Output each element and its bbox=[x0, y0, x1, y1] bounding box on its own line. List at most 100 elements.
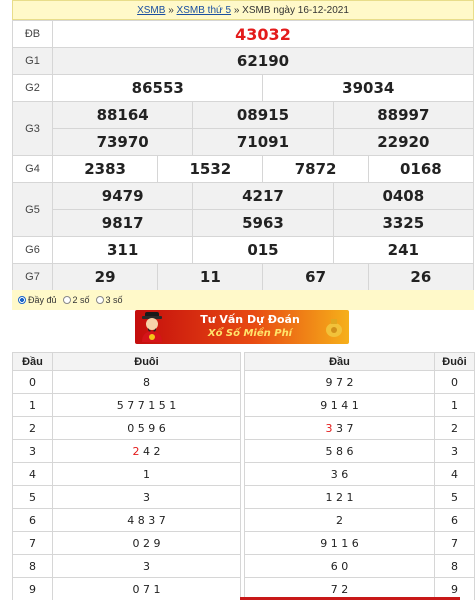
breadcrumb-current: XSMB ngày 16-12-2021 bbox=[242, 5, 349, 16]
breadcrumb: XSMB » XSMB thứ 5 » XSMB ngày 16-12-2021 bbox=[12, 0, 474, 20]
duoi-cell: 0 7 1 bbox=[52, 577, 241, 600]
breadcrumb-separator: » bbox=[231, 5, 243, 16]
duoi-cell: 7 bbox=[434, 531, 475, 555]
duoi-cell: 8 bbox=[434, 554, 475, 578]
row-g3-1: G3 88164 08915 88997 bbox=[12, 101, 475, 156]
duoi-cell: 3 bbox=[52, 554, 241, 578]
row-g5-2: 9817 5963 3325 bbox=[13, 209, 475, 237]
prize-value: 73970 bbox=[51, 128, 194, 156]
dau-cell: 9 1 1 6 bbox=[244, 531, 435, 555]
prize-value: 62190 bbox=[52, 47, 474, 75]
dau-cell: 7 bbox=[12, 531, 53, 555]
prize-value: 26 bbox=[367, 263, 475, 291]
table-row: 64 8 3 726 bbox=[12, 508, 475, 532]
duoi-cell: 6 bbox=[434, 508, 475, 532]
prize-value: 08915 bbox=[192, 101, 334, 129]
prize-value: 311 bbox=[51, 236, 194, 264]
prize-value: 015 bbox=[192, 236, 334, 264]
prize-value: 71091 bbox=[192, 128, 334, 156]
dau-cell: 2 bbox=[12, 416, 53, 440]
duoi-cell: 8 bbox=[52, 370, 241, 394]
dau-cell: 9 1 4 1 bbox=[244, 393, 435, 417]
prize-value: 29 bbox=[51, 263, 159, 291]
prize-label: G6 bbox=[12, 236, 53, 264]
option-full[interactable]: Đầy đủ bbox=[18, 295, 57, 305]
prize-value: 9817 bbox=[51, 209, 194, 237]
table-row: 531 2 15 bbox=[12, 485, 475, 509]
header-dau-right: Đầu bbox=[244, 352, 435, 371]
row-special-prize: ĐB 43032 bbox=[12, 20, 474, 48]
dau-cell: 9 7 2 bbox=[244, 370, 435, 394]
prize-value: 22920 bbox=[332, 128, 475, 156]
duoi-cell: 5 7 7 1 5 1 bbox=[52, 393, 241, 417]
dau-cell: 0 bbox=[12, 370, 53, 394]
option-2-digits[interactable]: 2 số bbox=[62, 295, 90, 305]
duoi-cell: 4 8 3 7 bbox=[52, 508, 241, 532]
breadcrumb-link-xsmb-thu5[interactable]: XSMB thứ 5 bbox=[177, 5, 232, 16]
prize-value: 11 bbox=[157, 263, 264, 291]
row-g3-2: 73970 71091 22920 bbox=[13, 128, 475, 156]
prize-value: 0168 bbox=[367, 155, 475, 183]
prize-value: 0408 bbox=[332, 182, 475, 210]
row-g6: G6 311 015 241 bbox=[12, 236, 475, 264]
table-row: 32 4 25 8 63 bbox=[12, 439, 475, 463]
radio-icon[interactable] bbox=[95, 296, 104, 304]
row-g1: G1 62190 bbox=[12, 47, 474, 75]
dau-cell: 3 6 bbox=[244, 462, 435, 486]
dau-cell: 2 bbox=[244, 508, 435, 532]
duoi-cell: 0 5 9 6 bbox=[52, 416, 241, 440]
digits: 4 2 bbox=[139, 444, 161, 458]
row-g4: G4 2383 1532 7872 0168 bbox=[12, 155, 475, 183]
dau-cell: 8 bbox=[12, 554, 53, 578]
prize-value: 88997 bbox=[332, 101, 475, 129]
table-row: 20 5 9 63 3 72 bbox=[12, 416, 475, 440]
results-table: ĐB 43032 G1 62190 G2 86553 39034 G3 8816… bbox=[12, 20, 475, 291]
prize-value: 4217 bbox=[192, 182, 334, 210]
prize-value: 88164 bbox=[51, 101, 194, 129]
dau-cell: 6 bbox=[12, 508, 53, 532]
duoi-cell: 3 bbox=[52, 485, 241, 509]
highlight-digit: 3 bbox=[325, 421, 333, 435]
banner-subtitle: Xổ Số Miền Phí bbox=[207, 328, 293, 339]
prize-value: 2383 bbox=[51, 155, 159, 183]
duoi-cell: 5 bbox=[434, 485, 475, 509]
duoi-cell: 2 bbox=[434, 416, 475, 440]
breadcrumb-link-xsmb[interactable]: XSMB bbox=[137, 5, 165, 16]
god-of-wealth-icon bbox=[142, 312, 162, 342]
special-prize-value: 43032 bbox=[52, 20, 474, 48]
header-duoi-right: Đuôi bbox=[434, 352, 475, 371]
dau-cell: 1 2 1 bbox=[244, 485, 435, 509]
row-g7: G7 29 11 67 26 bbox=[12, 263, 475, 291]
prize-value: 7872 bbox=[262, 155, 369, 183]
prize-label: G4 bbox=[12, 155, 53, 183]
radio-selected-icon[interactable] bbox=[18, 296, 26, 304]
display-options: Đầy đủ 2 số 3 số bbox=[12, 290, 474, 310]
header-dau-left: Đầu bbox=[12, 352, 53, 371]
prize-value: 9479 bbox=[51, 182, 194, 210]
radio-icon[interactable] bbox=[62, 296, 71, 304]
duoi-cell: 3 bbox=[434, 439, 475, 463]
banner-title: Tư Vấn Dự Đoán bbox=[200, 313, 300, 326]
dau-cell: 1 bbox=[12, 393, 53, 417]
prize-label: G5 bbox=[12, 182, 53, 237]
table-row: 089 7 20 bbox=[12, 370, 475, 394]
prize-label: G2 bbox=[12, 74, 53, 102]
row-g2: G2 86553 39034 bbox=[12, 74, 474, 102]
prize-value: 1532 bbox=[157, 155, 264, 183]
digits: 3 7 bbox=[332, 421, 354, 435]
prize-label: G1 bbox=[12, 47, 53, 75]
prize-value: 241 bbox=[332, 236, 475, 264]
prize-value: 39034 bbox=[262, 74, 474, 102]
table-row: 15 7 7 1 5 19 1 4 11 bbox=[12, 393, 475, 417]
dau-cell: 4 bbox=[12, 462, 53, 486]
prize-value: 3325 bbox=[332, 209, 475, 237]
loto-table: Đầu Đuôi Đầu Đuôi 089 7 2015 7 7 1 5 19 … bbox=[12, 352, 475, 600]
prediction-banner[interactable]: Tư Vấn Dự Đoán Xổ Số Miền Phí bbox=[135, 310, 349, 344]
duoi-cell: 0 2 9 bbox=[52, 531, 241, 555]
option-3-digits[interactable]: 3 số bbox=[95, 295, 123, 305]
prize-label: G7 bbox=[12, 263, 53, 291]
table-row: 413 64 bbox=[12, 462, 475, 486]
table-row: 70 2 99 1 1 67 bbox=[12, 531, 475, 555]
row-g5-1: G5 9479 4217 0408 bbox=[12, 182, 475, 237]
dau-cell: 3 bbox=[12, 439, 53, 463]
